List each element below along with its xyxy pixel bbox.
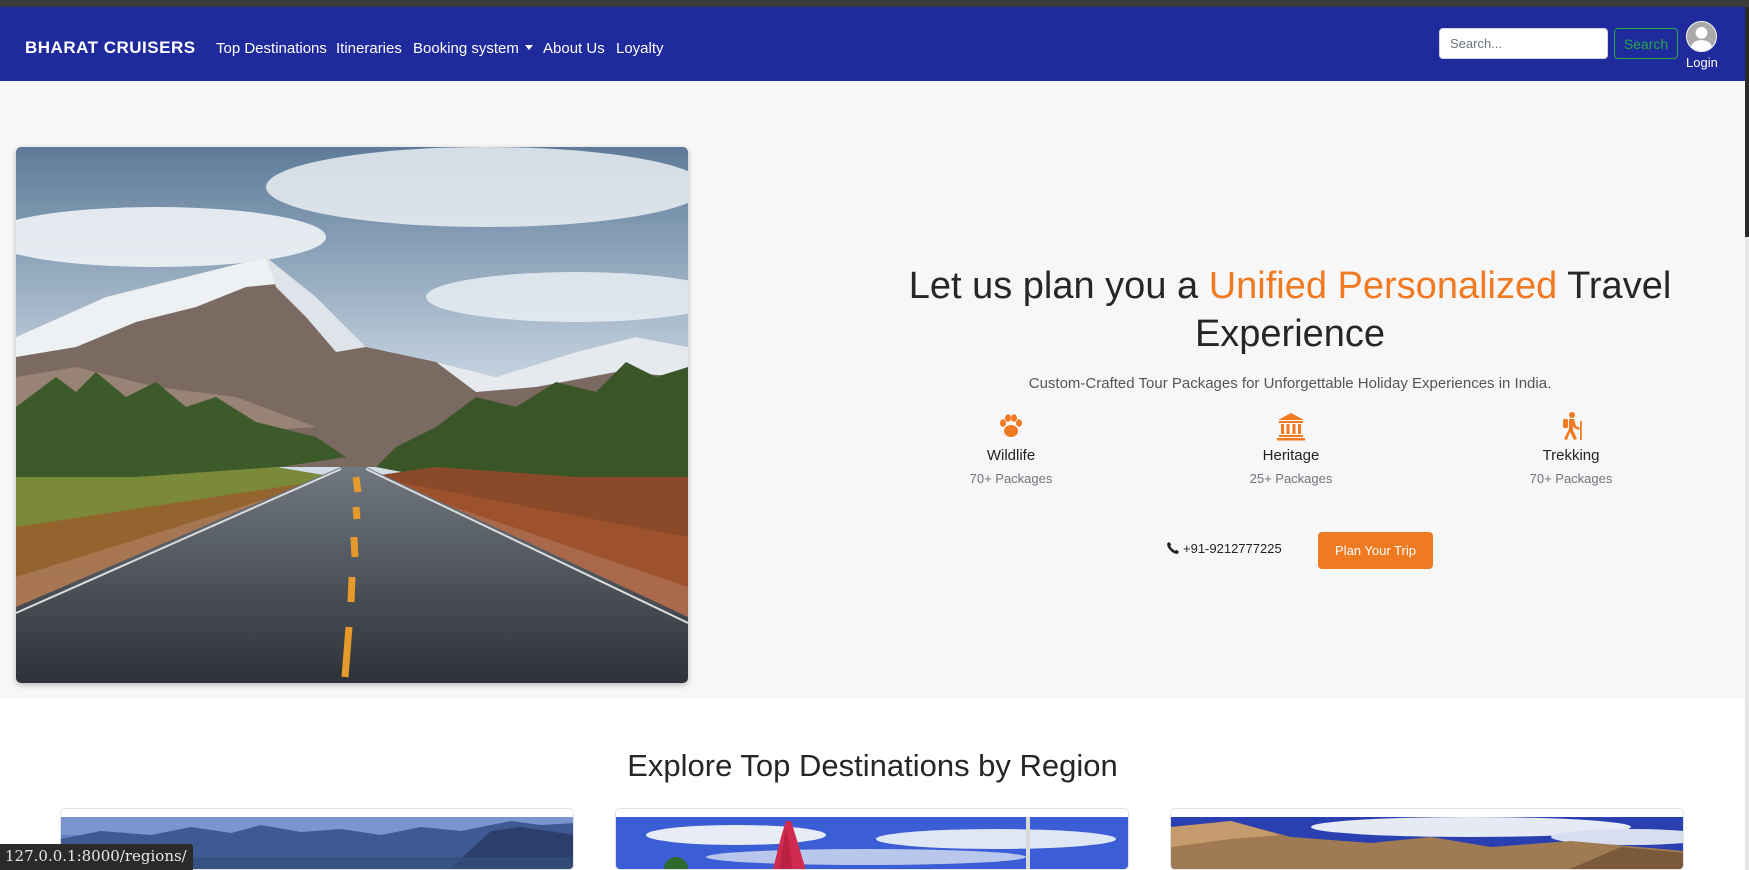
hero-subtitle: Custom-Crafted Tour Packages for Unforge… (1028, 375, 1552, 392)
regions-section-title: Explore Top Destinations by Region (627, 748, 1118, 783)
nav-itineraries[interactable]: Itineraries (336, 40, 402, 57)
nav-loyalty[interactable]: Loyalty (616, 40, 664, 57)
search-button[interactable]: Search (1614, 28, 1678, 59)
feature-trekking: Trekking 70+ Packages (1481, 411, 1661, 486)
feature-count: 25+ Packages (1249, 471, 1333, 486)
search-input[interactable] (1439, 28, 1608, 59)
feature-title: Trekking (1542, 447, 1600, 464)
navbar: BHARAT CRUISERS Top Destinations Itinera… (0, 7, 1745, 81)
browser-top-strip (0, 0, 1749, 7)
hero-mountain-road-image (16, 147, 688, 683)
region-card-3[interactable] (1170, 808, 1684, 870)
hero-title-prefix: Let us plan you a (908, 265, 1209, 307)
hero-title-accent: Unified Personalized (1208, 265, 1558, 307)
phone-icon (1167, 542, 1179, 554)
hiking-icon (1563, 412, 1582, 440)
hero-section: Let us plan you a Unified Personalized T… (0, 81, 1745, 699)
feature-title: Heritage (1262, 447, 1320, 464)
heritage-icon (1277, 413, 1305, 441)
login-link[interactable]: Login (1686, 55, 1718, 70)
plan-your-trip-button[interactable]: Plan Your Trip (1318, 532, 1433, 569)
feature-heritage: Heritage 25+ Packages (1201, 411, 1381, 486)
feature-title: Wildlife (986, 447, 1036, 464)
region-card-image (616, 817, 1128, 869)
feature-count: 70+ Packages (969, 471, 1053, 486)
hero-title: Let us plan you a Unified Personalized T… (860, 262, 1720, 358)
scrollbar[interactable] (1745, 7, 1749, 870)
status-bar-url: 127.0.0.1:8000/regions/ (0, 844, 193, 870)
caret-down-icon (524, 45, 533, 50)
region-card-2[interactable] (615, 808, 1129, 870)
brand-logo[interactable]: BHARAT CRUISERS (25, 38, 196, 58)
nav-booking-system-dropdown[interactable]: Booking system (413, 40, 533, 57)
nav-top-destinations[interactable]: Top Destinations (216, 40, 327, 57)
nav-about-us[interactable]: About Us (543, 40, 605, 57)
phone-contact[interactable]: +91-9212777225 (1166, 541, 1282, 556)
scrollbar-thumb[interactable] (1745, 7, 1749, 237)
region-card-image (1171, 817, 1683, 869)
feature-wildlife: Wildlife 70+ Packages (921, 411, 1101, 486)
feature-count: 70+ Packages (1529, 471, 1613, 486)
user-avatar-icon[interactable] (1686, 21, 1717, 52)
paw-icon (1000, 414, 1022, 437)
nav-booking-system-label: Booking system (413, 40, 519, 57)
phone-number: +91-9212777225 (1183, 541, 1282, 556)
